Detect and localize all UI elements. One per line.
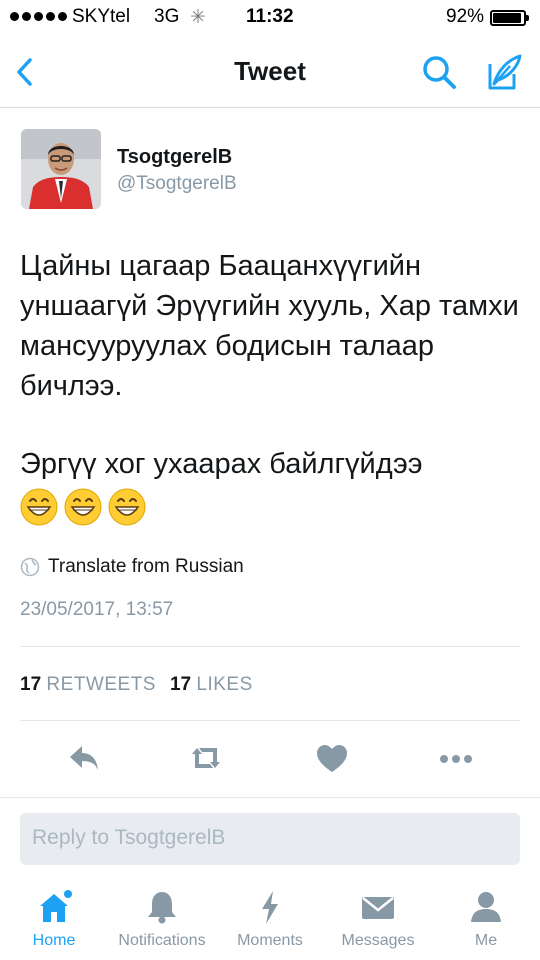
tweet-actions <box>0 734 540 780</box>
home-icon <box>40 890 72 922</box>
like-icon <box>317 745 347 772</box>
reply-icon <box>70 746 98 770</box>
tab-me[interactable]: Me <box>432 888 540 950</box>
more-button[interactable] <box>436 740 476 776</box>
more-icon <box>440 755 472 763</box>
lightning-icon <box>262 891 278 924</box>
display-name[interactable]: TsogtgerelB <box>117 146 232 169</box>
tweet-text-line-2: Эргүү хог ухаарах байлгүйдээ <box>20 448 423 480</box>
tweet-stats: 17 RETWEETS 17 LIKES <box>20 674 253 696</box>
likes-count: 17 <box>169 674 192 695</box>
carrier-name: SKYtel <box>72 6 131 27</box>
compose-button[interactable] <box>480 48 528 96</box>
tab-messages-label: Messages <box>341 932 415 949</box>
retweets-count: 17 <box>20 674 42 695</box>
emoji-row <box>20 488 146 526</box>
divider <box>0 797 540 798</box>
activity-spinner-icon: ✳ <box>190 7 206 28</box>
grinning-face-emoji-icon <box>108 488 146 526</box>
likes-stat[interactable]: 17 LIKES <box>170 674 253 696</box>
search-button[interactable] <box>418 50 462 94</box>
tab-bar: Home Notifications Moments Messages Me <box>0 880 540 960</box>
user-handle[interactable]: @TsogtgerelB <box>117 173 237 195</box>
reply-button[interactable] <box>64 740 104 776</box>
retweets-stat[interactable]: 17 RETWEETS <box>20 674 156 696</box>
search-icon <box>423 56 456 89</box>
tab-notifications[interactable]: Notifications <box>108 888 216 950</box>
tab-moments-label: Moments <box>237 932 303 949</box>
translate-link[interactable]: Translate from Russian <box>20 556 244 578</box>
tab-moments[interactable]: Moments <box>216 888 324 950</box>
tab-home[interactable]: Home <box>0 888 108 950</box>
tab-notifications-label: Notifications <box>118 932 206 949</box>
divider <box>20 646 520 647</box>
network-type: 3G <box>154 6 180 27</box>
globe-icon <box>20 557 40 577</box>
likes-label: LIKES <box>196 674 253 695</box>
tab-messages[interactable]: Messages <box>324 888 432 950</box>
grinning-face-emoji-icon <box>20 488 58 526</box>
tweet-timestamp: 23/05/2017, 13:57 <box>20 599 174 620</box>
retweet-button[interactable] <box>186 740 226 776</box>
status-time: 11:32 <box>246 6 294 27</box>
battery-icon <box>490 10 529 26</box>
like-button[interactable] <box>312 740 352 776</box>
battery-percent: 92% <box>446 6 485 27</box>
tweet-text: Цайны цагаар Бааца­нхүүгийн уншаагүй Эрү… <box>20 250 519 403</box>
bell-icon <box>148 892 176 924</box>
grinning-face-emoji-icon <box>64 488 102 526</box>
nav-bar: Tweet <box>0 36 540 108</box>
signal-strength-icon <box>10 12 67 21</box>
envelope-icon <box>362 897 394 919</box>
profile-photo <box>21 129 101 209</box>
person-icon <box>471 892 501 922</box>
avatar[interactable] <box>21 129 101 209</box>
tab-me-label: Me <box>474 932 498 949</box>
retweet-icon <box>192 748 220 768</box>
status-bar: SKYtel 3G ✳ 11:32 92% <box>0 0 540 36</box>
retweets-label: RETWEETS <box>46 674 156 695</box>
tab-home-label: Home <box>32 932 76 949</box>
reply-input[interactable]: Reply to TsogtgerelB <box>20 813 520 865</box>
divider <box>20 720 520 721</box>
translate-label: Translate from Russian <box>48 556 244 577</box>
compose-icon <box>488 54 522 90</box>
